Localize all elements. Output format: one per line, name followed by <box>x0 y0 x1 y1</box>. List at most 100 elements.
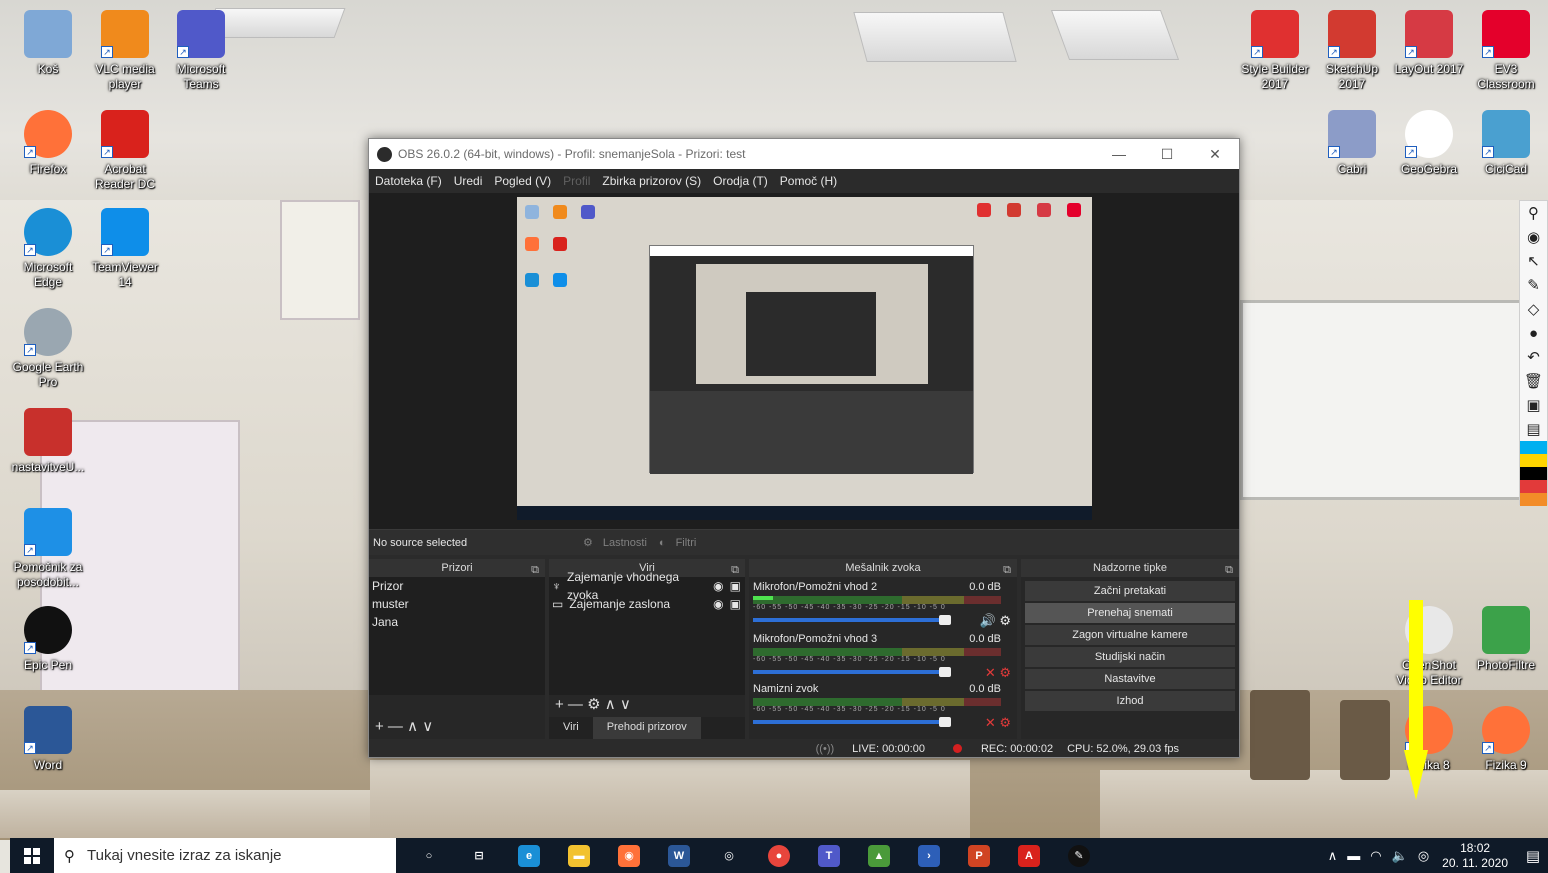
color-swatch-blue[interactable] <box>1520 441 1547 454</box>
taskbar-explorer[interactable]: ▬ <box>554 838 604 873</box>
screenshot-icon[interactable]: ▣ <box>1520 393 1547 417</box>
taskbar-cortana[interactable]: ○ <box>404 838 454 873</box>
taskbar-chrome[interactable]: ● <box>754 838 804 873</box>
taskbar-teams[interactable]: T <box>804 838 854 873</box>
desktop-icon-google-earth[interactable]: ↗ Google Earth Pro <box>9 308 87 390</box>
exit-button[interactable]: Izhod <box>1025 691 1235 711</box>
brush-size-icon[interactable]: ● <box>1520 321 1547 345</box>
volume-slider[interactable] <box>753 717 951 727</box>
sources-toolbar[interactable]: + — ⚙ ∧ ∨ <box>549 695 745 717</box>
menu-help[interactable]: Pomoč (H) <box>780 174 837 188</box>
desktop-icon-fizika-8[interactable]: ↗ Fizika 8 <box>1390 706 1468 773</box>
menu-file[interactable]: Datoteka (F) <box>375 174 442 188</box>
settings-button[interactable]: Nastavitve <box>1025 669 1235 689</box>
desktop-icon-sketchup[interactable]: ↗ SketchUp 2017 <box>1313 10 1391 92</box>
obs-tray-icon[interactable]: ◎ <box>1418 848 1429 864</box>
battery-icon[interactable]: ▬ <box>1347 848 1360 863</box>
desktop-icon-epic-pen[interactable]: ↗ Epic Pen <box>9 606 87 673</box>
notification-center-icon[interactable]: ▤ <box>1518 847 1548 865</box>
properties-button[interactable]: ⚙ Lastnosti <box>583 536 657 550</box>
taskbar-task-view[interactable]: ⊟ <box>454 838 504 873</box>
desktop-icon-fizika-9[interactable]: ↗ Fizika 9 <box>1467 706 1545 773</box>
close-button[interactable]: ✕ <box>1191 146 1239 163</box>
taskbar-acrobat[interactable]: A <box>1004 838 1054 873</box>
start-virtual-camera-button[interactable]: Zagon virtualne kamere <box>1025 625 1235 645</box>
volume-icon[interactable]: 🔈 <box>1392 848 1408 864</box>
studio-mode-button[interactable]: Studijski način <box>1025 647 1235 667</box>
desktop-icon-edge[interactable]: ↗ Microsoft Edge <box>9 208 87 290</box>
desktop-icon-firefox[interactable]: ↗ Firefox <box>9 110 87 177</box>
lock-icon[interactable]: ▣ <box>730 577 741 595</box>
muted-speaker-icon[interactable]: ✕ ⚙ <box>985 665 1011 681</box>
desktop-icon-cabri[interactable]: ↗ Cabri <box>1313 110 1391 177</box>
speaker-icon[interactable]: 🔊 ⚙ <box>980 613 1011 629</box>
scene-item[interactable]: muster <box>369 595 545 613</box>
taskbar-search-box[interactable]: ⚲ Tukaj vnesite izraz za iskanje <box>54 838 396 873</box>
desktop-icon-recycle-bin[interactable]: Koš <box>9 10 87 77</box>
filters-button[interactable]: ◐ Filtri <box>659 537 706 549</box>
taskbar-firefox[interactable]: ◉ <box>604 838 654 873</box>
menu-profile[interactable]: Profil <box>563 174 590 188</box>
menu-edit[interactable]: Uredi <box>454 174 483 188</box>
show-hidden-icons-icon[interactable]: ∧ <box>1328 848 1338 864</box>
source-item[interactable]: ▭ Zajemanje zaslona ◉ ▣ <box>549 595 745 613</box>
stop-recording-button[interactable]: Prenehaj snemati <box>1025 603 1235 623</box>
undock-icon[interactable]: ⧉ <box>1225 561 1233 579</box>
desktop-icon-style-builder[interactable]: ↗ Style Builder 2017 <box>1236 10 1314 92</box>
tab-sources[interactable]: Viri <box>549 717 593 739</box>
muted-speaker-icon[interactable]: ✕ ⚙ <box>985 715 1011 731</box>
desktop-icon-ev3[interactable]: ↗ EV3 Classroom <box>1467 10 1545 92</box>
taskbar-edge[interactable]: e <box>504 838 554 873</box>
menu-tools[interactable]: Orodja (T) <box>713 174 768 188</box>
desktop-icon-layout[interactable]: ↗ LayOut 2017 <box>1390 10 1468 77</box>
menu-view[interactable]: Pogled (V) <box>494 174 551 188</box>
taskbar-clock[interactable]: 18:02 20. 11. 2020 <box>1442 841 1508 871</box>
source-item[interactable]: ♆ Zajemanje vhodnega zvoka ◉ ▣ <box>549 570 745 602</box>
visibility-eye-icon[interactable]: ◉ <box>713 577 723 595</box>
menu-scene-collection[interactable]: Zbirka prizorov (S) <box>602 174 701 188</box>
desktop-icon-word[interactable]: ↗ Word <box>9 706 87 773</box>
desktop-icon-cicicad[interactable]: ↗ CiciCad <box>1467 110 1545 177</box>
tab-scene-transitions[interactable]: Prehodi prizorov <box>592 717 701 739</box>
taskbar-photo[interactable]: ▲ <box>854 838 904 873</box>
desktop-icon-acrobat[interactable]: ↗ Acrobat Reader DC <box>86 110 164 192</box>
preview-canvas[interactable] <box>517 197 1092 520</box>
slider-handle[interactable] <box>939 615 951 625</box>
obs-titlebar[interactable]: OBS 26.0.2 (64-bit, windows) - Profil: s… <box>369 139 1239 169</box>
taskbar-word[interactable]: W <box>654 838 704 873</box>
desktop-icon-teams[interactable]: ↗ Microsoft Teams <box>162 10 240 92</box>
taskbar-powershell[interactable]: › <box>904 838 954 873</box>
color-swatch-black[interactable] <box>1520 467 1547 480</box>
volume-slider[interactable] <box>753 615 951 625</box>
slider-handle[interactable] <box>939 667 951 677</box>
volume-slider[interactable] <box>753 667 951 677</box>
desktop-icon-geogebra[interactable]: ↗ GeoGebra <box>1390 110 1468 177</box>
network-icon[interactable]: ◠ <box>1370 848 1381 864</box>
desktop-icon-photofiltre[interactable]: PhotoFiltre <box>1467 606 1545 673</box>
visibility-eye-icon[interactable]: ◉ <box>713 595 723 613</box>
scene-item[interactable]: Jana <box>369 613 545 631</box>
trash-icon[interactable]: 🗑 <box>1520 369 1547 393</box>
cursor-icon[interactable]: ↖ <box>1520 249 1547 273</box>
color-swatch-orange[interactable] <box>1520 493 1547 506</box>
taskbar-epic-pen[interactable]: ✎ <box>1054 838 1104 873</box>
eye-icon[interactable]: ◉ <box>1520 225 1547 249</box>
slider-handle[interactable] <box>939 717 951 727</box>
color-swatch-red[interactable] <box>1520 480 1547 493</box>
desktop-icon-update-assistant[interactable]: ↗ Pomočnik za posodobit... <box>9 508 87 590</box>
lock-icon[interactable]: ▣ <box>730 595 741 613</box>
taskbar-obs[interactable]: ◎ <box>704 838 754 873</box>
maximize-button[interactable]: ☐ <box>1143 146 1191 163</box>
minimize-button[interactable]: — <box>1095 146 1143 163</box>
scene-item[interactable]: Prizor <box>369 577 545 595</box>
undo-icon[interactable]: ↶ <box>1520 345 1547 369</box>
desktop-icon-toolbox[interactable]: nastavitveU... <box>9 408 87 475</box>
taskbar-powerpoint[interactable]: P <box>954 838 1004 873</box>
start-streaming-button[interactable]: Začni pretakati <box>1025 581 1235 601</box>
desktop-icon-vlc[interactable]: ↗ VLC media player <box>86 10 164 92</box>
pen-icon[interactable]: ✎ <box>1520 273 1547 297</box>
scenes-toolbar[interactable]: + — ∧ ∨ <box>369 717 545 739</box>
color-swatch-yellow[interactable] <box>1520 454 1547 467</box>
whiteboard-icon[interactable]: ▤ <box>1520 417 1547 441</box>
epic-pen-logo-icon[interactable]: ⚲ <box>1520 201 1547 225</box>
